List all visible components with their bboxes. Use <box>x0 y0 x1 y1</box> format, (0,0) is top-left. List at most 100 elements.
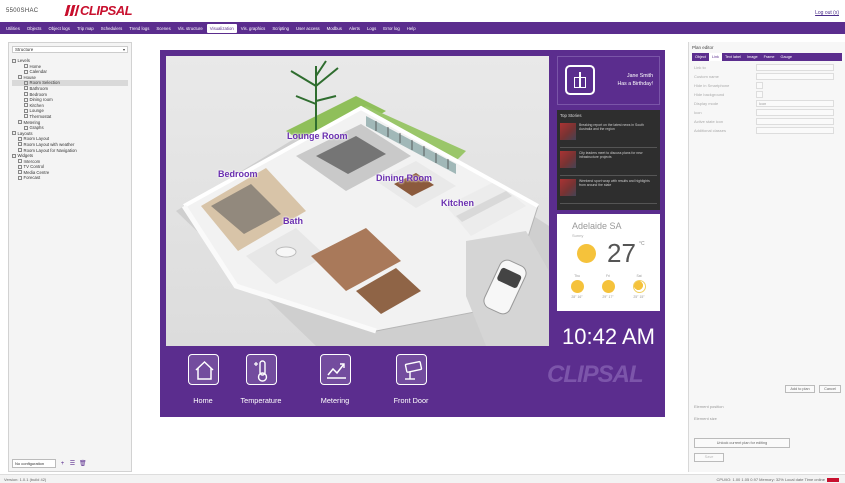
add-to-plan-button[interactable]: Add to plan <box>785 385 815 393</box>
save-button[interactable]: Save <box>694 453 724 462</box>
configuration-select[interactable]: No configuration <box>12 459 56 468</box>
nav-tab[interactable]: Object logs <box>45 24 73 33</box>
nav-tab[interactable]: Scripting <box>269 24 292 33</box>
birthday-message: Has a Birthday! <box>617 81 653 87</box>
property-label: Hide background <box>694 92 725 97</box>
temperature-label: Temperature <box>240 396 282 405</box>
security-camera-icon <box>395 354 427 385</box>
metering-button[interactable]: Metering <box>306 354 364 405</box>
property-field[interactable] <box>756 91 763 98</box>
page-icon <box>24 108 28 113</box>
news-headline: City leaders meet to discuss plans for n… <box>579 151 643 160</box>
news-item[interactable]: City leaders meet to discuss plans for n… <box>560 149 657 176</box>
page-icon <box>24 86 28 91</box>
nav-tab[interactable]: Objects <box>24 24 45 33</box>
editor-tab[interactable]: Gauge <box>778 53 795 61</box>
weather-widget: Adelaide SA Sunny 27 °C Thu 28° 16° Fri 29… <box>557 214 660 311</box>
page-icon <box>18 164 22 169</box>
folder-icon <box>12 58 16 63</box>
folder-icon <box>12 153 16 158</box>
property-row: Additional classes <box>692 126 842 135</box>
nav-tab[interactable]: Logs <box>364 24 379 33</box>
temperature-button[interactable]: Temperature <box>232 354 290 405</box>
structure-select[interactable]: Structure ▾ <box>12 46 128 53</box>
page-icon <box>24 80 28 85</box>
page-icon <box>24 69 28 74</box>
property-row: Link to <box>692 63 842 72</box>
nav-tab[interactable]: Error log <box>380 24 402 33</box>
product-name: 5500SHAC <box>6 8 39 14</box>
front-door-button[interactable]: Front Door <box>382 354 440 405</box>
clock-display: 10:42 AM <box>562 324 655 349</box>
nav-tab[interactable]: Schedulers <box>98 24 126 33</box>
room-label-dining[interactable]: Dining Room <box>376 173 432 183</box>
news-item[interactable]: Breaking report on the latest news in So… <box>560 121 657 148</box>
status-bar: Version: 1.0.1 (build 42) CPU/IO: 1.00 1… <box>0 474 845 483</box>
forecast-day-label: Thu <box>574 274 580 278</box>
room-label-bath[interactable]: Bath <box>283 216 303 226</box>
tree-item-label: Thermostat <box>29 113 52 119</box>
news-item[interactable]: Weekend sport wrap with results and high… <box>560 177 657 204</box>
room-label-bedroom[interactable]: Bedroom <box>218 169 258 179</box>
news-header: Top Stories <box>560 113 582 118</box>
property-label: Icon <box>694 110 702 115</box>
page-icon <box>24 114 28 119</box>
editor-tab[interactable]: Image <box>744 53 761 61</box>
plan-editor-panel: Plan editor Object Link Text label Image Fra… <box>688 42 845 472</box>
thermometer-icon <box>245 354 277 385</box>
list-icon[interactable]: ☰ <box>69 460 76 468</box>
tree-item-label: Room Layout for Navigation <box>23 147 77 153</box>
editor-tab[interactable]: Object <box>692 53 709 61</box>
nav-tab[interactable]: Utilities <box>3 24 23 33</box>
property-field[interactable] <box>756 127 834 134</box>
nav-tab[interactable]: Trend logs <box>126 24 152 33</box>
tree-item[interactable]: Forecast <box>12 175 128 181</box>
control-bar: Home Temperature Metering Front Door CLI… <box>166 353 664 413</box>
unlock-plan-button[interactable]: Unlock current plan for editing <box>694 438 790 448</box>
main-nav: Utilities Objects Object logs Trip map Sched… <box>0 22 845 34</box>
forecast-day: Thu 28° 16° <box>565 274 589 299</box>
property-row: Active state icon <box>692 117 842 126</box>
nav-tab[interactable]: Trip map <box>74 24 97 33</box>
delete-icon[interactable]: 🗑 <box>79 460 87 468</box>
tree-item-label: Bathroom <box>29 85 49 91</box>
nav-tab[interactable]: Modbus <box>324 24 345 33</box>
page-icon <box>18 136 22 141</box>
property-field[interactable] <box>756 73 834 80</box>
weather-degree-unit: °C <box>639 241 645 247</box>
page-icon <box>24 125 28 130</box>
home-button[interactable]: Home <box>174 354 232 405</box>
editor-tab[interactable]: Link <box>708 53 722 61</box>
property-label: Additional classes <box>694 128 727 133</box>
property-field[interactable] <box>756 64 834 71</box>
tree-item-label: Dining room <box>29 97 53 103</box>
page-icon <box>18 148 22 152</box>
logout-link[interactable]: Log out (x) <box>815 10 839 16</box>
nav-tab[interactable]: User access <box>293 24 323 33</box>
room-label-kitchen[interactable]: Kitchen <box>441 198 474 208</box>
add-icon[interactable]: + <box>59 460 66 468</box>
nav-tab[interactable]: Visualization <box>206 23 237 33</box>
house-floorplan[interactable]: Lounge Room Bedroom Dining Room Kitchen … <box>166 56 549 346</box>
forecast-day: Sat 25° 15° <box>627 274 651 299</box>
room-label-lounge[interactable]: Lounge Room <box>287 131 348 141</box>
editor-tab[interactable]: Frame <box>761 53 778 61</box>
nav-tab[interactable]: Vis. structure <box>175 24 206 33</box>
nav-tab[interactable]: Vis. graphics <box>238 24 269 33</box>
cancel-button[interactable]: Cancel <box>819 385 841 393</box>
property-field[interactable]: Icon <box>756 100 834 107</box>
memory-bar <box>827 477 839 482</box>
editor-tab[interactable]: Text label <box>722 53 744 61</box>
tree-item-label: Widgets <box>17 153 34 159</box>
property-field[interactable] <box>756 118 834 125</box>
nav-tab[interactable]: Help <box>404 24 419 33</box>
tree-item-label: Room Layout with weather <box>23 141 75 147</box>
property-field[interactable] <box>756 82 763 89</box>
nav-tab[interactable]: Alerts <box>346 24 363 33</box>
news-headline: Breaking report on the latest news in So… <box>579 123 644 132</box>
tree-item-label: TV Control <box>23 164 45 170</box>
property-field[interactable] <box>756 109 834 116</box>
nav-tab[interactable]: Scenes <box>153 24 173 33</box>
page-icon <box>24 92 28 97</box>
clipsal-watermark: CLIPSAL <box>547 361 644 388</box>
